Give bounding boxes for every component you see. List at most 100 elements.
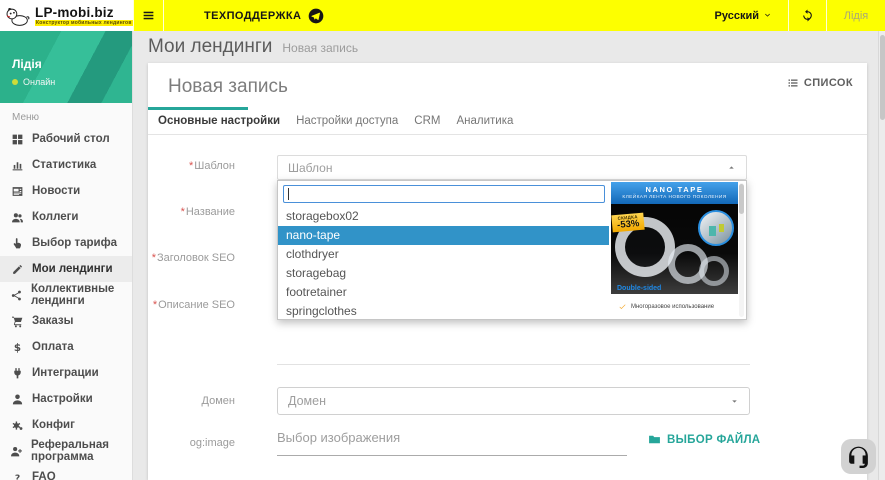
template-select[interactable]: Шаблон [277,155,747,180]
sidebar-item-statistics[interactable]: Статистика [0,152,132,178]
preview-title: NANO TAPE [611,185,738,194]
template-label: *Шаблон [148,160,235,172]
support-label: ТЕХПОДДЕРЖКА [204,10,301,22]
app-logo[interactable]: LP-mobi.biz Конструктор мобильных лендин… [0,0,133,31]
top-header: LP-mobi.biz Конструктор мобильных лендин… [0,0,885,31]
template-preview-image: NANO TAPE КЛЕЙКАЯ ЛЕНТА НОВОГО ПОКОЛЕНИЯ… [611,182,738,319]
scrollbar-thumb[interactable] [880,35,885,120]
option-springclothes[interactable]: springclothes [278,302,609,321]
menu-section-label: Меню [0,103,132,126]
header-username[interactable]: Лідія [827,0,885,31]
sidebar-item-news[interactable]: Новости [0,178,132,204]
seo-description-underline [277,364,750,365]
preview-subtitle: КЛЕЙКАЯ ЛЕНТА НОВОГО ПОКОЛЕНИЯ [611,195,738,200]
sidebar-item-label: Коллеги [32,211,78,223]
online-status-dot [12,79,18,85]
sidebar-item-payment[interactable]: $Оплата [0,334,132,360]
logo-title: LP-mobi.biz [35,6,133,19]
image-picker-underline [277,455,627,456]
sidebar-item-orders[interactable]: Заказы [0,308,132,334]
sidebar-item-label: Интеграции [32,367,99,379]
sidebar-item-my-landings[interactable]: Мои лендинги [0,256,132,282]
sidebar-item-dashboard[interactable]: Рабочий стол [0,126,132,152]
svg-text:$: $ [13,341,20,353]
plug-icon [10,367,24,380]
language-selector[interactable]: Русский [715,0,788,31]
dollar-icon: $ [10,341,24,354]
option-storagebox02[interactable]: storagebox02 [278,207,609,226]
option-nano-tape[interactable]: nano-tape [278,226,609,245]
sidebar-item-tariff[interactable]: Выбор тарифа [0,230,132,256]
sidebar-item-label: Новости [32,185,80,197]
tab-access-settings[interactable]: Настройки доступа [288,115,406,127]
sidebar-item-config[interactable]: Конфиг [0,412,132,438]
support-chat-button[interactable] [841,439,876,474]
preview-feature: Многоразовое использование [631,304,714,310]
tab-crm[interactable]: CRM [406,115,448,127]
preview-inset-photo [698,210,734,246]
refresh-icon [801,9,814,22]
sidebar-menu: Рабочий стол Статистика Новости Коллеги … [0,126,132,480]
sidebar-toggle-button[interactable] [133,0,164,31]
gears-icon [10,419,24,432]
user-panel: Лідія Онлайн [0,31,132,103]
domain-select-placeholder: Домен [278,394,730,408]
dropdown-scrollbar[interactable] [739,183,744,317]
sidebar-item-settings[interactable]: Настройки [0,386,132,412]
dog-logo-icon [5,6,31,26]
support-button[interactable]: ТЕХПОДДЕРЖКА [164,0,346,31]
card-title: Новая запись [168,76,288,98]
news-icon [10,185,24,198]
sidebar-item-label: Рабочий стол [32,133,110,145]
refresh-button[interactable] [789,0,826,31]
list-button[interactable]: СПИСОК [787,77,853,89]
preview-caption: Double-sided [617,285,661,292]
user-name: Лідія [12,57,132,71]
tab-bar: Основные настройки Настройки доступа CRM… [148,107,867,135]
cart-icon [10,315,24,328]
sidebar-item-colleagues[interactable]: Коллеги [0,204,132,230]
person-icon [10,393,24,406]
og-image-label: og:image [148,437,235,449]
logo-tagline: Конструктор мобильных лендингов [35,20,133,26]
active-tab-indicator [148,107,248,110]
option-clothdryer[interactable]: clothdryer [278,245,609,264]
app-root: LP-mobi.biz Конструктор мобильных лендин… [0,0,885,480]
tab-analytics[interactable]: Аналитика [448,115,521,127]
option-storagebag[interactable]: storagebag [278,264,609,283]
choose-file-button[interactable]: ВЫБОР ФАЙЛА [648,433,760,446]
sidebar-item-label: Конфиг [32,419,75,431]
bar-chart-icon [10,159,24,172]
domain-select[interactable]: Домен [277,387,750,415]
caret-down-icon [730,397,739,406]
tab-main-settings[interactable]: Основные настройки [150,115,288,127]
headset-icon [846,444,871,469]
seo-description-label: *Описание SEO [148,299,235,311]
chevron-down-icon [763,11,772,20]
record-card: Новая запись СПИСОК Основные настройки Н… [148,63,867,480]
text-cursor [288,188,289,200]
sidebar-item-faq[interactable]: ?FAQ [0,464,132,480]
option-footretainer[interactable]: footretainer [278,283,609,302]
seo-title-label: *Заголовок SEO [148,252,235,264]
sidebar-item-referral[interactable]: Реферальная программа [0,438,132,464]
sidebar: Лідія Онлайн Меню Рабочий стол Статистик… [0,31,133,480]
hamburger-icon [142,9,155,22]
svg-text:?: ? [14,472,19,480]
hand-pointer-icon [10,237,24,250]
folder-icon [648,433,661,446]
sidebar-item-label: Мои лендинги [32,263,113,275]
sidebar-item-label: Заказы [32,315,73,327]
list-icon [787,77,799,89]
choose-file-label: ВЫБОР ФАЙЛА [667,434,760,446]
dashboard-icon [10,133,24,146]
page-scrollbar[interactable] [878,31,885,480]
question-icon: ? [10,471,24,480]
sidebar-item-collective-landings[interactable]: Коллективные лендинги [0,282,132,308]
template-search-input[interactable] [283,185,605,203]
template-dropdown: storagebox02 nano-tape clothdryer storag… [277,180,747,320]
name-label: *Название [148,206,235,218]
sidebar-item-integrations[interactable]: Интеграции [0,360,132,386]
pencil-icon [10,263,24,276]
image-picker-field[interactable]: Выбор изображения [277,430,400,445]
